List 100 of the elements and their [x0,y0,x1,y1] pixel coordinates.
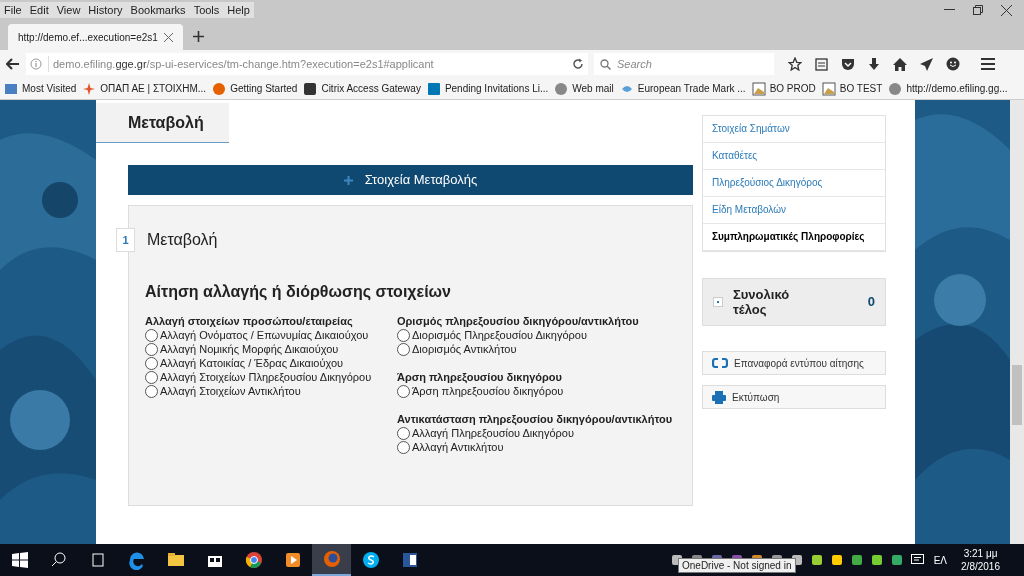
close-icon[interactable] [1001,4,1012,16]
firefox-taskbar-icon[interactable] [312,544,351,576]
action-button[interactable]: Επαναφορά εντύπου αίτησης [702,351,886,375]
bookmark-item[interactable]: Web mail [554,81,614,96]
radio-label[interactable]: Αλλαγή Αντικλήτου [412,440,504,454]
radio-label[interactable]: Αλλαγή Πληρεξουσίου Δικηγόρου [412,426,574,440]
bookmark-item[interactable]: Citrix Access Gateway [303,81,421,96]
nav-item[interactable]: Πληρεξούσιος Δικηγόρος [703,170,885,197]
tray-icon[interactable] [830,554,843,566]
tab-title: http://demo.ef...execution=e2s1 [18,30,158,45]
menu-item[interactable]: Edit [25,2,53,18]
download-icon[interactable] [868,57,880,71]
clock[interactable]: 3:21 μμ 2/8/2016 [961,547,1000,573]
menu-item[interactable]: Tools [189,2,224,18]
radio-button[interactable] [397,384,410,398]
nav-item[interactable]: Καταθέτες [703,143,885,170]
swap-icon [712,357,728,369]
radio-button[interactable] [397,440,410,454]
radio-button[interactable] [397,328,410,342]
radio-label[interactable]: Άρση πληρεξουσίου δικηγόρου [412,384,564,398]
menu-icon[interactable] [981,58,995,70]
radio-button[interactable] [397,342,410,356]
star-icon[interactable] [788,57,802,71]
menu-item[interactable]: Bookmarks [126,2,190,18]
bookmark-item[interactable]: European Trade Mark ... [619,81,746,96]
tray-icon[interactable] [850,554,863,566]
clipboard-icon[interactable] [815,57,828,71]
bookmark-label: Web mail [572,82,614,96]
page-heading-tab[interactable]: Μεταβολή [96,103,229,143]
radio-button[interactable] [145,328,158,342]
browser-tab[interactable]: http://demo.ef...execution=e2s1 [8,24,183,50]
radio-button[interactable] [145,370,158,384]
restore-icon[interactable] [973,5,983,15]
new-tab-icon[interactable] [193,31,204,42]
radio-label[interactable]: Αλλαγή Νομικής Μορφής Δικαιούχου [160,342,339,356]
menu-item[interactable]: History [84,2,127,18]
bookmark-item[interactable]: ΟΠΑΠ ΑΕ | ΣΤΟΙΧΗΜ... [82,81,207,96]
expand-icon[interactable] [713,297,723,307]
total-fee-label: Συνολικό τέλος [733,287,791,317]
bookmark-label: BO TEST [839,82,883,96]
close-icon[interactable] [164,32,173,42]
group-heading: Αντικατάσταση πληρεξουσίου δικηγόρου/αντικλήτου [397,412,674,426]
bookmark-label: http://demo.efiling.gg... [906,82,1008,96]
radio-button[interactable] [145,342,158,356]
app-icon [303,81,318,96]
reload-icon[interactable] [572,58,584,70]
image-icon [751,81,766,96]
scrollbar[interactable] [1010,100,1024,544]
minimize-icon[interactable] [944,9,955,11]
total-fee-value: 0 [867,293,875,312]
menu-item[interactable]: View [52,2,85,18]
url-text: demo.efiling.gge.gr/sp-ui-eservices/tm-change.htm?execution=e2s1#applicant [48,55,434,73]
bookmark-item[interactable]: BO TEST [821,81,883,96]
bookmark-label: BO PROD [769,82,816,96]
back-arrow-icon[interactable] [6,58,20,70]
bookmark-label: Citrix Access Gateway [321,82,421,96]
tray-icon[interactable] [890,554,903,566]
radio-button[interactable] [397,426,410,440]
globe-icon [888,81,903,96]
language-indicator[interactable]: ΕΛ [933,552,948,568]
section-header-button[interactable]: Στοιχεία Μεταβολής [128,165,693,195]
radio-label[interactable]: Διορισμός Αντικλήτου [412,342,517,356]
browser-logo-icon [212,81,227,96]
nav-item[interactable]: Στοιχεία Σημάτων [703,116,885,143]
notifications-icon[interactable] [910,554,924,566]
smiley-icon[interactable] [946,57,960,71]
bookmark-label: Getting Started [230,82,298,96]
search-icon [600,58,611,70]
tray-icon[interactable] [810,554,823,566]
bookmark-item[interactable]: Pending Invitations Li... [426,81,549,96]
bookmark-item[interactable]: BO PROD [751,81,816,96]
send-icon[interactable] [920,57,933,71]
radio-label[interactable]: Αλλαγή Ονόματος / Επωνυμίας Δικαιούχου [160,328,369,342]
globe-icon [554,81,569,96]
panel-title: Μεταβολή [147,230,218,250]
radio-button[interactable] [145,384,158,398]
radio-label[interactable]: Αλλαγή Στοιχείων Αντικλήτου [160,384,301,398]
pocket-icon[interactable] [841,57,855,71]
radio-label[interactable]: Αλλαγή Κατοικίας / Έδρας Δικαιούχου [160,356,344,370]
image-icon [821,81,836,96]
bookmark-item[interactable]: http://demo.efiling.gg... [888,81,1008,96]
bookmark-item[interactable]: Most Visited [4,81,77,96]
radio-button[interactable] [145,356,158,370]
radio-label[interactable]: Διορισμός Πληρεξουσίου Δικηγόρου [412,328,587,342]
menu-item[interactable]: File [0,2,26,18]
tray-icon[interactable] [870,554,883,566]
action-button[interactable]: Εκτύπωση [702,385,886,409]
address-bar[interactable]: demo.efiling.gge.gr/sp-ui-eservices/tm-change.htm?execution=e2s1#applicant [26,53,588,75]
radio-label[interactable]: Αλλαγή Στοιχείων Πληρεξουσίου Δικηγόρου [160,370,372,384]
search-field[interactable]: Search [594,53,774,75]
bookmark-item[interactable]: Getting Started [212,81,298,96]
folder-icon [4,81,18,96]
group-heading: Άρση πληρεξουσίου δικηγόρου [397,370,563,384]
tooltip: OneDrive - Not signed in [678,558,796,573]
menu-item[interactable]: Help [223,2,254,18]
bookmark-label: Most Visited [22,82,77,96]
form-title: Αίτηση αλλαγής ή διόρθωσης στοιχείων [145,282,452,302]
plus-icon [343,175,353,185]
search-placeholder: Search [617,56,652,72]
home-icon[interactable] [893,57,907,71]
